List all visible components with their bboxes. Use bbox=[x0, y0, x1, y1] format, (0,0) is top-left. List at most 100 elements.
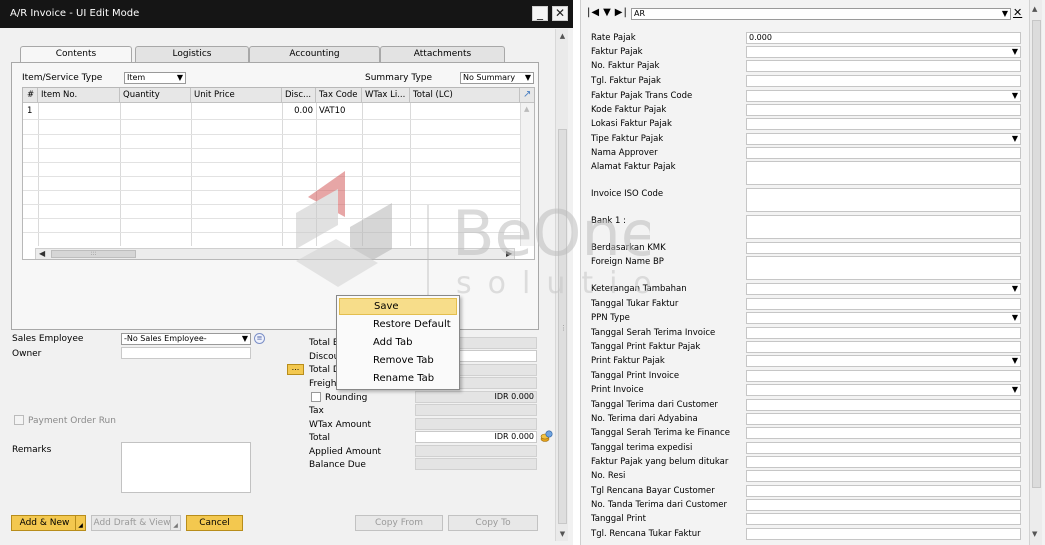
column-header-quantity[interactable]: Quantity bbox=[120, 88, 191, 103]
udf-field[interactable] bbox=[746, 370, 1021, 382]
menu-item-restore-default[interactable]: Restore Default bbox=[339, 316, 457, 333]
udf-field[interactable] bbox=[746, 485, 1021, 497]
column-header-row-num[interactable]: # bbox=[23, 88, 38, 103]
udf-field[interactable] bbox=[746, 341, 1021, 353]
udf-category-select[interactable]: AR ▼ bbox=[631, 8, 1011, 20]
udf-field[interactable] bbox=[746, 327, 1021, 339]
udf-field[interactable] bbox=[746, 513, 1021, 525]
udf-scrollbar[interactable]: ▲ ▼ bbox=[1029, 0, 1042, 545]
udf-dropdown[interactable]: ▼ bbox=[746, 46, 1021, 58]
total-field[interactable]: IDR 0.000 bbox=[415, 431, 537, 443]
item-service-type-label: Item/Service Type bbox=[22, 73, 103, 83]
column-header-total-lc[interactable]: Total (LC) bbox=[410, 88, 520, 103]
copy-from-button[interactable]: Copy From bbox=[355, 515, 443, 531]
udf-field[interactable] bbox=[746, 399, 1021, 411]
copy-to-button[interactable]: Copy To bbox=[448, 515, 538, 531]
scroll-thumb[interactable] bbox=[1032, 20, 1041, 488]
udf-dropdown[interactable]: ▼ bbox=[746, 283, 1021, 295]
window-scrollbar[interactable]: ▲ ⋮ ▼ bbox=[555, 29, 568, 541]
column-header-wtax[interactable]: WTax Li... bbox=[362, 88, 410, 103]
expand-icon[interactable]: ↗ bbox=[520, 88, 534, 103]
scroll-up-icon[interactable]: ▲ bbox=[557, 31, 568, 41]
menu-item-rename-tab[interactable]: Rename Tab bbox=[339, 370, 457, 387]
udf-field[interactable] bbox=[746, 104, 1021, 116]
udf-field[interactable] bbox=[746, 242, 1021, 254]
dropdown-corner-icon[interactable]: ◢ bbox=[170, 516, 180, 530]
udf-field[interactable] bbox=[746, 60, 1021, 72]
list-icon[interactable]: ≡ bbox=[254, 333, 265, 344]
tab-attachments[interactable]: Attachments bbox=[380, 46, 505, 62]
remarks-textarea[interactable] bbox=[121, 442, 251, 493]
cell-discount[interactable]: 0.00 bbox=[285, 106, 313, 116]
cancel-button[interactable]: Cancel bbox=[186, 515, 243, 531]
udf-field[interactable] bbox=[746, 456, 1021, 468]
scroll-up-icon[interactable]: ▲ bbox=[524, 105, 529, 113]
udf-field[interactable] bbox=[746, 215, 1021, 239]
udf-label: Bank 1 : bbox=[591, 216, 627, 226]
scroll-down-icon[interactable]: ▼ bbox=[557, 529, 568, 539]
sales-employee-select[interactable]: -No Sales Employee- ▼ bbox=[121, 333, 251, 345]
grid-horizontal-scrollbar[interactable]: ◀ ::: ▶ bbox=[35, 248, 515, 259]
column-header-unit-price[interactable]: Unit Price bbox=[191, 88, 282, 103]
summary-type-label: Summary Type bbox=[365, 73, 433, 83]
discount-label: Discou bbox=[309, 352, 340, 362]
menu-item-save[interactable]: Save bbox=[339, 298, 457, 315]
udf-field[interactable] bbox=[746, 256, 1021, 280]
ellipsis-button[interactable]: ... bbox=[287, 364, 304, 375]
rounding-checkbox[interactable] bbox=[311, 392, 321, 402]
udf-field[interactable]: 0.000 bbox=[746, 32, 1021, 44]
udf-dropdown[interactable]: ▼ bbox=[746, 133, 1021, 145]
dropdown-corner-icon[interactable]: ◢ bbox=[75, 516, 85, 530]
udf-field[interactable] bbox=[746, 442, 1021, 454]
scroll-right-icon[interactable]: ▶ bbox=[506, 249, 512, 258]
chevron-down-icon: ▼ bbox=[1001, 9, 1008, 18]
tab-contents[interactable]: Contents bbox=[20, 46, 132, 63]
scroll-thumb[interactable]: ::: bbox=[51, 250, 136, 258]
scroll-up-icon[interactable]: ▲ bbox=[1032, 5, 1037, 13]
close-button[interactable]: ✕ bbox=[552, 6, 568, 21]
table-row[interactable]: 1 0.00 VAT10 bbox=[23, 103, 520, 119]
tab-accounting[interactable]: Accounting bbox=[249, 46, 380, 62]
udf-field[interactable] bbox=[746, 528, 1021, 540]
udf-close-icon[interactable]: ✕ bbox=[1013, 6, 1022, 19]
add-and-new-button[interactable]: Add & New ◢ bbox=[11, 515, 86, 531]
column-header-tax-code[interactable]: Tax Code bbox=[316, 88, 362, 103]
owner-field[interactable] bbox=[121, 347, 251, 359]
udf-field[interactable] bbox=[746, 188, 1021, 212]
payment-order-run-checkbox[interactable] bbox=[14, 415, 24, 425]
udf-dropdown[interactable]: ▼ bbox=[746, 90, 1021, 102]
udf-label: Alamat Faktur Pajak bbox=[591, 162, 676, 172]
udf-field[interactable] bbox=[746, 161, 1021, 185]
minimize-button[interactable]: _ bbox=[532, 6, 548, 21]
udf-dropdown[interactable]: ▼ bbox=[746, 355, 1021, 367]
grid-line bbox=[362, 103, 363, 246]
prev-record-icon[interactable]: ▼ bbox=[603, 7, 612, 18]
add-draft-and-view-button[interactable]: Add Draft & View ◢ bbox=[91, 515, 181, 531]
udf-field[interactable] bbox=[746, 413, 1021, 425]
scroll-left-icon[interactable]: ◀ bbox=[39, 249, 45, 258]
owner-label: Owner bbox=[12, 349, 42, 359]
scroll-down-icon[interactable]: ▼ bbox=[1032, 530, 1037, 538]
summary-type-select[interactable]: No Summary ▼ bbox=[460, 72, 534, 84]
cell-tax-code[interactable]: VAT10 bbox=[319, 106, 345, 116]
udf-dropdown[interactable]: ▼ bbox=[746, 384, 1021, 396]
udf-field[interactable] bbox=[746, 147, 1021, 159]
grid-vertical-scrollbar[interactable]: ▲ bbox=[520, 103, 534, 246]
udf-field[interactable] bbox=[746, 427, 1021, 439]
first-record-icon[interactable]: |◀ bbox=[587, 7, 600, 18]
udf-field[interactable] bbox=[746, 298, 1021, 310]
item-grid[interactable]: # Item No. Quantity Unit Price Disc... T… bbox=[22, 87, 535, 260]
udf-field[interactable] bbox=[746, 118, 1021, 130]
menu-item-remove-tab[interactable]: Remove Tab bbox=[339, 352, 457, 369]
currency-coins-icon[interactable] bbox=[540, 429, 553, 443]
next-record-icon[interactable]: ▶| bbox=[615, 7, 628, 18]
menu-item-add-tab[interactable]: Add Tab bbox=[339, 334, 457, 351]
udf-field[interactable] bbox=[746, 499, 1021, 511]
udf-field[interactable] bbox=[746, 470, 1021, 482]
tab-logistics[interactable]: Logistics bbox=[135, 46, 249, 62]
item-service-type-select[interactable]: Item ▼ bbox=[124, 72, 186, 84]
column-header-item-no[interactable]: Item No. bbox=[38, 88, 120, 103]
udf-dropdown[interactable]: ▼ bbox=[746, 312, 1021, 324]
udf-field[interactable] bbox=[746, 75, 1021, 87]
column-header-discount[interactable]: Disc... bbox=[282, 88, 316, 103]
